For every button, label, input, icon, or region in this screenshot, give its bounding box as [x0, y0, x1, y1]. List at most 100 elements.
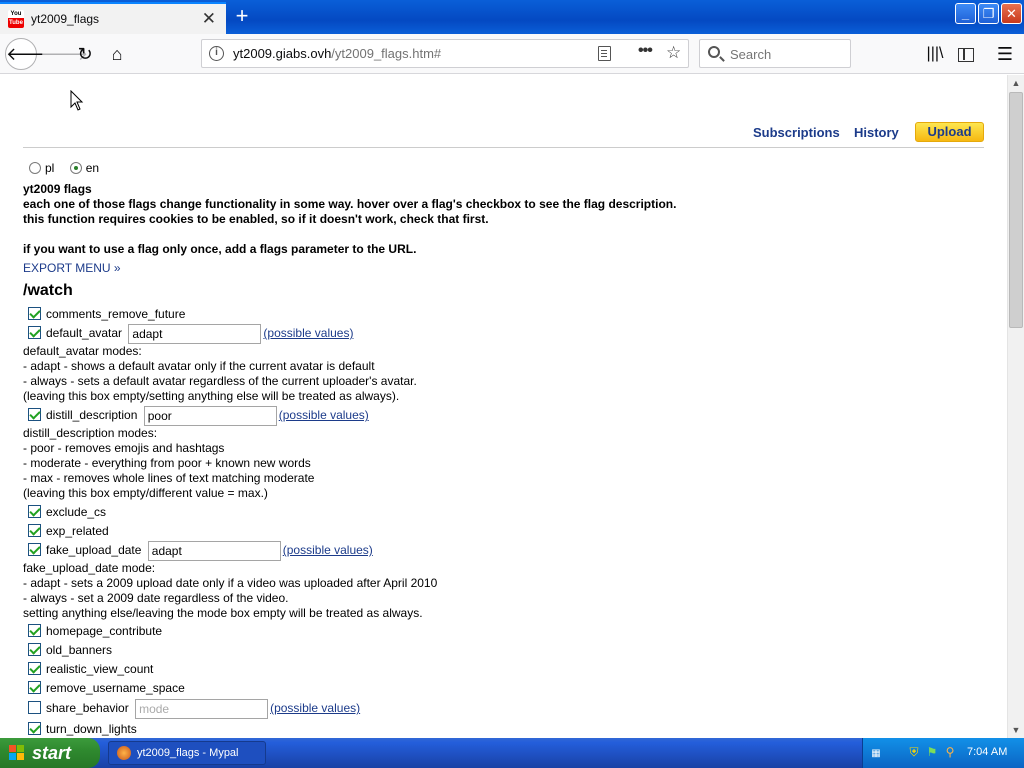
mypal-browser-icon [117, 746, 131, 760]
subscriptions-link[interactable]: Subscriptions [753, 125, 840, 140]
section-title: /watch [23, 282, 73, 299]
address-bar[interactable]: i yt2009.giabs.ovh/yt2009_flags.htm# •••… [201, 39, 689, 68]
flag-label: default_avatar [46, 326, 123, 341]
flag-label: old_banners [46, 643, 113, 657]
lang-en-radio[interactable] [69, 162, 82, 174]
possible-values-link[interactable]: (possible values) [263, 326, 353, 340]
flag-label: turn_down_lights [46, 722, 137, 736]
security-shield-icon[interactable]: ⛨ [907, 745, 921, 759]
search-icon [708, 46, 720, 58]
navigation-toolbar: 🡐 🡒 ↻ ⌂ i yt2009.giabs.ovh/yt2009_flags.… [0, 34, 1024, 74]
back-button[interactable]: 🡐 [5, 38, 54, 70]
intro-line-1: each one of those flags change functiona… [23, 197, 677, 211]
flag-label: homepage_contribute [46, 624, 163, 638]
flag-label: exp_related [46, 524, 109, 538]
flag-checkbox[interactable] [28, 524, 41, 537]
flag-checkbox[interactable] [28, 662, 41, 675]
flag-checkbox[interactable] [28, 722, 41, 735]
flag-homepage-contribute: homepage_contribute [28, 624, 162, 643]
intro-title: yt2009 flags [23, 182, 92, 196]
start-label: start [32, 743, 72, 763]
vertical-scrollbar[interactable]: ▲ ▼ [1007, 75, 1024, 738]
flag-checkbox[interactable] [28, 505, 41, 518]
export-menu-link[interactable]: EXPORT MENU » [23, 261, 121, 275]
flag-label: distill_description [46, 408, 138, 423]
page-content: Subscriptions History Upload pl en yt200… [0, 75, 1006, 738]
browser-tab[interactable]: You Tube yt2009_flags ✕ [0, 2, 226, 34]
top-navigation: Subscriptions History Upload [23, 122, 984, 148]
search-tray-icon[interactable]: ⚲ [943, 745, 957, 759]
forward-button[interactable]: 🡒 [40, 40, 88, 68]
reload-button[interactable]: ↻ [71, 40, 99, 68]
sidebar-toggle-icon[interactable] [952, 40, 980, 68]
network-icon[interactable]: ⚑ [925, 745, 939, 759]
flag-default-avatar: default_avatar (possible values) [28, 324, 353, 344]
default-avatar-mode-input[interactable] [128, 324, 262, 344]
flag-checkbox[interactable] [28, 701, 41, 715]
flag-share-behavior: share_behavior (possible values) [28, 699, 360, 719]
possible-values-link[interactable]: (possible values) [270, 701, 360, 715]
possible-values-link[interactable]: (possible values) [283, 543, 373, 557]
scroll-up-arrow-icon[interactable]: ▲ [1008, 75, 1024, 91]
intro-line-2: this function requires cookies to be ena… [23, 212, 489, 226]
minimize-window-button[interactable]: _ [955, 3, 976, 24]
flag-distill-description: distill_description (possible values) [28, 406, 369, 426]
scroll-down-arrow-icon[interactable]: ▼ [1008, 722, 1024, 738]
flag-exclude-cs: exclude_cs [28, 505, 106, 524]
close-window-button[interactable]: ✕ [1001, 3, 1022, 24]
keyboard-icon[interactable]: ▦ [869, 747, 883, 761]
taskbar-window-button[interactable]: yt2009_flags - Mypal [108, 741, 266, 765]
system-tray: ▦ ⛨ ⚑ ⚲ 7:04 AM [862, 738, 1024, 768]
intro-text: yt2009 flags each one of those flags cha… [23, 182, 676, 257]
start-button[interactable]: start [0, 738, 100, 768]
library-icon[interactable]: |||\ [921, 40, 949, 68]
maximize-window-button[interactable]: ❐ [978, 3, 999, 24]
flag-label: share_behavior [46, 701, 129, 716]
flag-checkbox[interactable] [28, 624, 41, 637]
default-avatar-description: default_avatar modes: - adapt - shows a … [23, 344, 417, 403]
flag-checkbox[interactable] [28, 543, 41, 557]
scrollbar-thumb[interactable] [1009, 92, 1023, 328]
fake-upload-date-mode-input[interactable] [147, 541, 281, 561]
possible-values-link[interactable]: (possible values) [279, 408, 369, 422]
flag-label: comments_remove_future [46, 307, 186, 321]
window-titlebar: You Tube yt2009_flags ✕ + _ ❐ ✕ [0, 0, 1024, 34]
windows-logo-icon [9, 745, 25, 761]
search-box[interactable] [699, 39, 851, 68]
distill-description-mode-input[interactable] [143, 406, 277, 426]
bookmark-star-icon[interactable]: ☆ [666, 43, 681, 63]
flag-label: exclude_cs [46, 505, 107, 519]
hamburger-menu-icon[interactable]: ☰ [991, 40, 1019, 68]
flag-fake-upload-date: fake_upload_date (possible values) [28, 541, 373, 561]
flag-checkbox[interactable] [28, 326, 41, 340]
flag-turn-down-lights: turn_down_lights [28, 722, 137, 738]
youtube-favicon-icon: You Tube [8, 10, 24, 28]
distill-description-description: distill_description modes: - poor - remo… [23, 426, 315, 500]
lang-pl-label: pl [45, 161, 55, 175]
lang-pl-radio[interactable] [29, 162, 41, 174]
language-selector: pl en [29, 161, 111, 175]
new-tab-button[interactable]: + [230, 4, 254, 28]
url-text[interactable]: yt2009.giabs.ovh/yt2009_flags.htm# [233, 46, 441, 61]
clock[interactable]: 7:04 AM [967, 746, 1007, 758]
search-input[interactable] [730, 45, 845, 63]
home-button[interactable]: ⌂ [103, 40, 131, 68]
intro-line-3: if you want to use a flag only once, add… [23, 242, 417, 256]
site-info-icon[interactable]: i [209, 46, 224, 61]
flag-checkbox[interactable] [28, 643, 41, 656]
lang-en-label: en [85, 161, 100, 175]
flag-checkbox[interactable] [28, 307, 41, 320]
flag-realistic-view-count: realistic_view_count [28, 662, 153, 681]
close-tab-icon[interactable]: ✕ [202, 9, 216, 29]
flag-checkbox[interactable] [28, 681, 41, 694]
flag-label: fake_upload_date [46, 543, 142, 558]
flag-label: remove_username_space [46, 681, 185, 695]
tab-title: yt2009_flags [31, 12, 100, 26]
upload-button[interactable]: Upload [915, 122, 984, 142]
history-link[interactable]: History [854, 125, 899, 140]
reader-view-icon[interactable] [598, 46, 611, 61]
flag-old-banners: old_banners [28, 643, 112, 662]
flag-checkbox[interactable] [28, 408, 41, 422]
share-behavior-mode-input[interactable] [135, 699, 269, 719]
page-actions-icon[interactable]: ••• [638, 42, 653, 60]
